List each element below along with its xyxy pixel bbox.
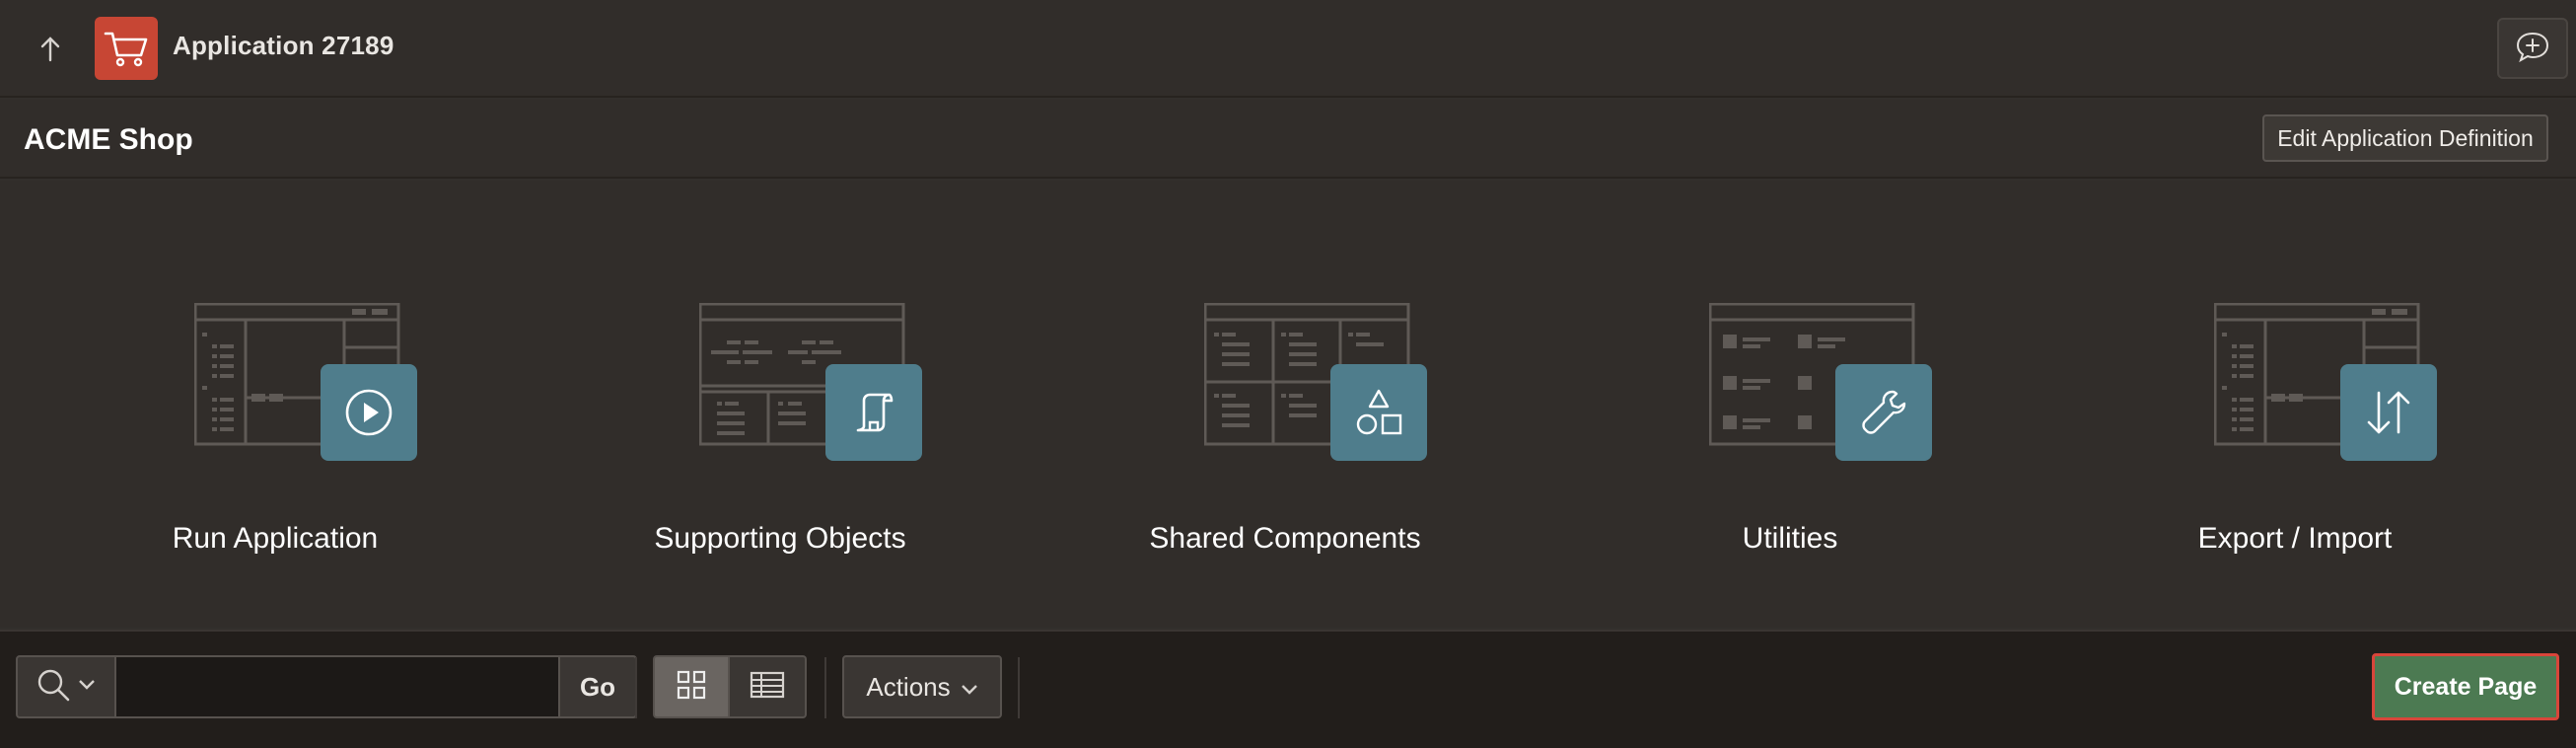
shapes-icon: [1330, 364, 1427, 461]
page-subheader: ACME Shop: [0, 100, 2576, 179]
report-view-button[interactable]: [730, 655, 807, 718]
toolbar-divider: [824, 657, 826, 718]
tile-label: Shared Components: [1149, 522, 1421, 555]
play-icon: [321, 364, 417, 461]
search-input[interactable]: [116, 655, 558, 718]
chevron-down-icon: [78, 678, 96, 696]
tile-label: Utilities: [1742, 522, 1838, 555]
chat-plus-icon: [2515, 30, 2550, 68]
search-icon: [36, 668, 72, 707]
table-icon: [750, 671, 785, 704]
actions-menu-button[interactable]: Actions: [842, 655, 1002, 718]
create-page-button[interactable]: Create Page: [2372, 653, 2559, 720]
tile-shared-components[interactable]: Shared Components: [1033, 181, 1538, 628]
search-column-dropdown[interactable]: [16, 655, 116, 718]
chevron-down-icon: [961, 672, 978, 703]
tile-label: Export / Import: [2197, 522, 2393, 555]
page-title: ACME Shop: [24, 123, 193, 156]
view-toggle: [653, 655, 807, 718]
application-tiles: Run Application Supporting Objects Share…: [0, 181, 2576, 628]
arrow-up-icon[interactable]: [22, 28, 79, 71]
tile-export-import[interactable]: Export / Import: [2042, 181, 2547, 628]
tile-run-application[interactable]: Run Application: [23, 181, 528, 628]
actions-label: Actions: [866, 671, 951, 702]
tile-label: Run Application: [172, 522, 379, 555]
go-button[interactable]: Go: [558, 655, 637, 718]
toolbar-divider: [1018, 657, 1020, 718]
tile-utilities[interactable]: Utilities: [1538, 181, 2042, 628]
wrench-icon: [1835, 364, 1932, 461]
application-title: Application 27189: [173, 31, 394, 60]
app-header: Application 27189: [0, 0, 2576, 98]
search-group: Go: [16, 655, 637, 718]
icon-view-button[interactable]: [653, 655, 730, 718]
transfer-arrows-icon: [2340, 364, 2437, 461]
toolbar-divider: [635, 657, 637, 718]
edit-application-definition-button[interactable]: Edit Application Definition: [2262, 114, 2548, 162]
shopping-cart-icon: [95, 17, 158, 80]
feedback-button[interactable]: [2497, 18, 2568, 79]
grid-icon: [676, 669, 707, 706]
scroll-icon: [825, 364, 922, 461]
page-toolbar: Go Actions Create Page: [0, 630, 2576, 748]
tile-label: Supporting Objects: [654, 522, 906, 555]
tile-supporting-objects[interactable]: Supporting Objects: [528, 181, 1033, 628]
